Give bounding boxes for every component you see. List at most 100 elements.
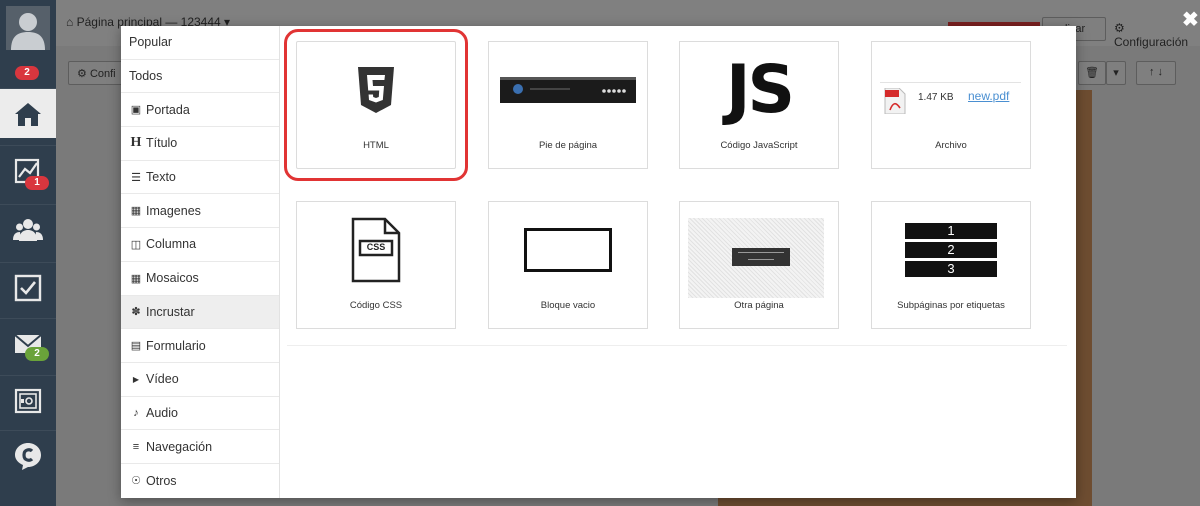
gear-icon: ⚙ <box>1114 21 1125 35</box>
delete-button[interactable]: 🗑 <box>1078 61 1106 85</box>
file-size: 1.47 KB <box>918 92 954 103</box>
menu-item-column[interactable]: ◫ Columna <box>121 228 279 262</box>
menu-item-label: Texto <box>146 170 176 185</box>
numbered-row: 1 <box>905 223 997 239</box>
sidebar-item-brand[interactable] <box>0 430 56 480</box>
menu-item-label: Formulario <box>146 338 206 353</box>
menu-item-cover[interactable]: ▣ Portada <box>121 93 279 128</box>
block-label: Otra página <box>734 300 784 311</box>
block-label: Pie de página <box>538 140 598 151</box>
sidebar-item-mail[interactable] <box>0 318 56 368</box>
tile-thumb <box>297 42 455 138</box>
block-tile-css[interactable]: CSS Código CSS <box>296 201 456 329</box>
block-label: Subpáginas por etiquetas <box>897 300 1005 311</box>
embed-icon: ✽ <box>131 306 141 319</box>
sidebar-item-vault[interactable] <box>0 375 56 425</box>
block-tile-subpages[interactable]: 1 2 3 Subpáginas por etiquetas <box>871 201 1031 329</box>
sidebar-item-tasks[interactable] <box>0 262 56 312</box>
js-logo: JS <box>725 51 795 128</box>
heading-icon: H <box>130 135 142 151</box>
text-lines-icon: ☰ <box>131 171 141 184</box>
preview-dark-panel <box>732 248 790 266</box>
numbered-row: 3 <box>905 261 997 277</box>
camera-icon: ▣ <box>130 104 142 117</box>
menu-item-label: Incrustar <box>146 304 195 319</box>
tile-thumb <box>489 202 647 298</box>
tile-thumb: 1.47 KB new.pdf <box>872 42 1030 138</box>
gear-icon: ⚙ <box>77 68 87 80</box>
menu-item-label: Vídeo <box>146 372 179 387</box>
stats-badge: 1 <box>25 176 49 190</box>
block-tile-javascript[interactable]: JS Código JavaScript <box>679 41 839 169</box>
block-tile-html[interactable]: HTML <box>284 29 468 181</box>
image-icon: ▦ <box>130 205 142 218</box>
css-text: CSS <box>366 242 386 252</box>
menu-item-video[interactable]: ▶ Vídeo <box>121 363 279 397</box>
caret-down-icon: ▾ <box>1113 67 1119 79</box>
close-icon[interactable]: ✖ <box>1182 10 1199 30</box>
block-tile-file[interactable]: 1.47 KB new.pdf Archivo <box>871 41 1031 169</box>
users-icon <box>13 218 43 241</box>
others-icon: ☉ <box>131 475 141 488</box>
block-label: Código JavaScript <box>720 140 798 151</box>
block-tile-footer[interactable]: Pie de página <box>488 41 648 169</box>
menu-item-tiles[interactable]: ▦ Mosaicos <box>121 262 279 296</box>
menu-item-others[interactable]: ☉ Otros <box>121 464 279 498</box>
user-avatar[interactable] <box>6 6 50 50</box>
home-crumb-icon: ⌂ <box>66 15 74 29</box>
block-label: Código CSS <box>349 300 403 311</box>
columns-icon: ◫ <box>130 238 142 251</box>
menu-item-label: Columna <box>146 237 197 252</box>
footer-preview <box>500 77 636 103</box>
move-buttons[interactable]: ↑ ↓ <box>1136 61 1176 85</box>
menu-item-label: Mosaicos <box>146 271 199 286</box>
block-tile-empty[interactable]: Bloque vacio <box>488 201 648 329</box>
menu-item-title[interactable]: H Título <box>121 127 279 161</box>
mail-badge: 2 <box>25 347 49 361</box>
youtube-icon: ▶ <box>132 374 140 384</box>
empty-block-icon <box>524 228 612 272</box>
add-block-modal: Popular Todos ▣ Portada H Título ☰ Texto ▦ I… <box>121 26 1076 498</box>
menu-item-label: Portada <box>146 102 190 117</box>
divider <box>287 345 1067 346</box>
menu-item-form[interactable]: ▤ Formulario <box>121 329 279 363</box>
menu-item-label: Audio <box>146 405 178 420</box>
preview-line <box>738 252 784 253</box>
audio-icon: ♪ <box>133 406 139 419</box>
menu-item-all[interactable]: Todos <box>121 60 279 94</box>
block-label: Bloque vacio <box>540 300 596 311</box>
sidebar-item-users[interactable] <box>0 204 56 254</box>
block-tile-other-page[interactable]: Otra página <box>679 201 839 329</box>
block-label: Archivo <box>935 140 967 151</box>
html5-icon <box>358 67 394 113</box>
block-category-menu: Popular Todos ▣ Portada H Título ☰ Texto ▦ I… <box>121 26 280 498</box>
menu-item-popular[interactable]: Popular <box>121 26 279 60</box>
menu-item-label: Popular <box>129 35 173 50</box>
menu-item-images[interactable]: ▦ Imagenes <box>121 194 279 229</box>
menu-item-navigation[interactable]: ≡ Navegación <box>121 430 279 464</box>
file-link[interactable]: new.pdf <box>968 89 1009 103</box>
user-icon <box>11 13 45 50</box>
safe-icon <box>14 388 42 413</box>
navigation-icon: ≡ <box>132 440 140 453</box>
tile-thumb: 1 2 3 <box>872 202 1030 298</box>
checkbox-icon <box>14 274 42 301</box>
config-button[interactable]: ⚙ Confi <box>68 61 128 85</box>
config-link-label: Configuración <box>1114 35 1189 49</box>
notifications-badge[interactable]: 2 <box>15 66 39 80</box>
css-file-icon: CSS <box>351 217 401 283</box>
other-page-preview <box>688 218 824 298</box>
menu-item-label: Título <box>146 136 178 151</box>
tile-thumb: JS <box>680 42 838 138</box>
block-grid: HTML Pie de página JS Código JavaScript … <box>281 26 1076 498</box>
menu-item-audio[interactable]: ♪ Audio <box>121 397 279 431</box>
more-dropdown-button[interactable]: ▾ <box>1106 61 1126 85</box>
menu-item-label: Otros <box>146 473 177 488</box>
sidebar-item-home[interactable] <box>0 88 56 138</box>
arrow-up-down-icon: ↑ ↓ <box>1148 66 1164 78</box>
menu-item-text[interactable]: ☰ Texto <box>121 161 279 195</box>
menu-item-embed[interactable]: ✽ Incrustar <box>121 295 279 330</box>
divider <box>880 82 1021 83</box>
pdf-file-icon <box>884 88 906 114</box>
config-button-label: Confi <box>89 68 116 80</box>
